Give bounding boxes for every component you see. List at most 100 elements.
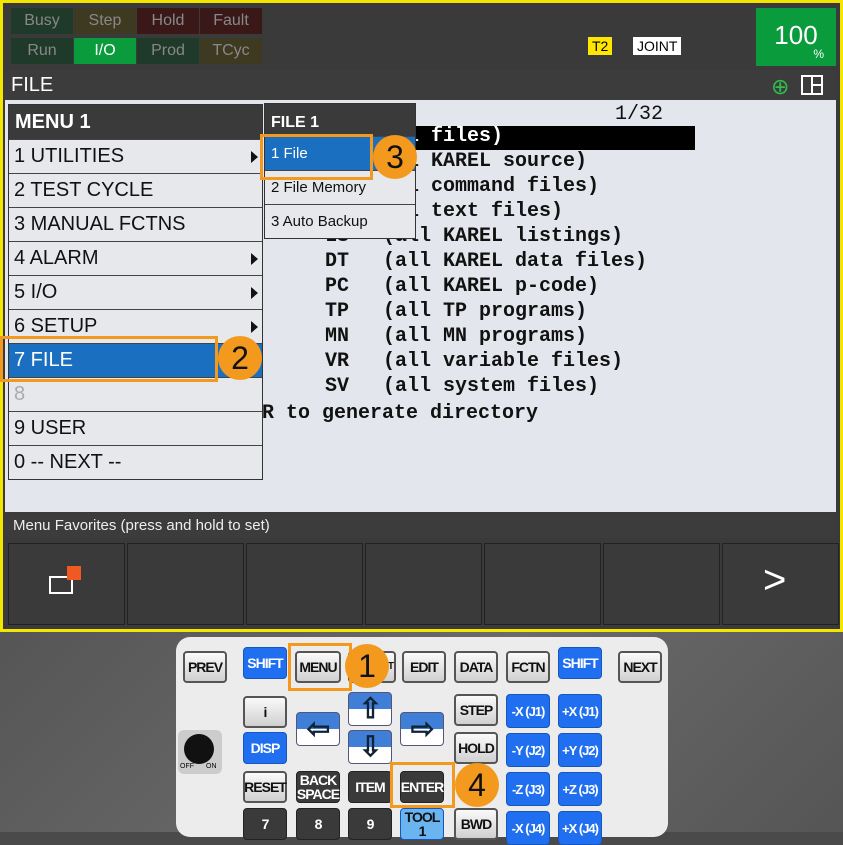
status-hold: Hold — [137, 8, 199, 34]
menu-item[interactable]: 5 I/O — [9, 275, 262, 309]
jog-key[interactable]: +X (J4) — [558, 811, 602, 845]
function-key-5[interactable] — [484, 543, 601, 625]
switch-on-label: ON — [206, 763, 217, 770]
function-key-2[interactable] — [127, 543, 244, 625]
file-type-desc[interactable]: (all TP programs) — [383, 300, 587, 323]
menu-item[interactable]: 9 USER — [9, 411, 262, 445]
file-type-desc[interactable]: (all KAREL p-code) — [383, 275, 599, 298]
file-type-desc[interactable]: l text files) — [407, 200, 563, 223]
coord-badge[interactable]: JOINT — [633, 37, 682, 55]
file-type-desc[interactable]: l command files) — [407, 175, 599, 198]
hold-key[interactable]: HOLD — [454, 732, 498, 764]
file-type-code[interactable]: TP — [325, 300, 349, 323]
prev-key[interactable]: PREV — [183, 651, 227, 683]
step-key[interactable]: STEP — [454, 694, 498, 726]
menu-item-label: 5 I/O — [14, 281, 58, 303]
enable-switch[interactable]: OFF ON — [178, 730, 222, 774]
digit-7-key[interactable]: 7 — [243, 808, 287, 840]
arrow-right-icon[interactable]: ⇨ — [400, 712, 444, 746]
disp-key[interactable]: DISP — [243, 732, 287, 764]
callout-4: 4 — [455, 763, 499, 807]
item-key[interactable]: ITEM — [348, 771, 392, 803]
menu-item[interactable]: 8 — [9, 377, 262, 411]
jog-key[interactable]: +Z (J3) — [558, 772, 602, 806]
callout-3: 3 — [373, 135, 417, 179]
jog-key[interactable]: +Y (J2) — [558, 733, 602, 767]
next-key[interactable]: NEXT — [618, 651, 662, 683]
menu-item-label: 3 MANUAL FCTNS — [14, 213, 186, 235]
digit-8-key[interactable]: 8 — [296, 808, 340, 840]
jog-key[interactable]: -X (J4) — [506, 811, 550, 845]
status-fault: Fault — [200, 8, 262, 34]
page-indicator: 1/32 — [615, 103, 664, 126]
jog-key[interactable]: -X (J1) — [506, 694, 550, 728]
digit-9-key[interactable]: 9 — [348, 808, 392, 840]
status-step: Step — [74, 8, 136, 34]
menu-item-label: 9 USER — [14, 417, 87, 439]
file-type-desc[interactable]: (all KAREL listings) — [383, 225, 623, 248]
fctn-key[interactable]: FCTN — [506, 651, 550, 683]
menu-item[interactable]: 1 UTILITIES — [9, 139, 262, 173]
arrow-up-icon[interactable]: ⇧ — [348, 692, 392, 726]
menu-item[interactable]: 4 ALARM — [9, 241, 262, 275]
status-busy: Busy — [11, 8, 73, 34]
submenu-title: FILE 1 — [265, 104, 415, 136]
shift-key[interactable]: SHIFT — [243, 647, 287, 679]
screen-title-bar: FILE ⊕ — [5, 70, 836, 100]
file-type-desc[interactable]: (all system files) — [383, 375, 599, 398]
edit-key[interactable]: EDIT — [402, 651, 446, 683]
jog-key[interactable]: -Z (J3) — [506, 772, 550, 806]
menu-item-label: 6 SETUP — [14, 315, 98, 337]
submenu-item[interactable]: 3 Auto Backup — [265, 204, 415, 238]
function-key-3[interactable] — [246, 543, 363, 625]
split-screen-icon[interactable] — [801, 75, 823, 95]
menu-item[interactable]: 3 MANUAL FCTNS — [9, 207, 262, 241]
chevron-right-icon: > — [763, 558, 787, 602]
switch-off-label: OFF — [180, 763, 194, 770]
function-key-4[interactable] — [365, 543, 482, 625]
zoom-in-icon[interactable]: ⊕ — [771, 72, 789, 102]
menu-item-label: 1 UTILITIES — [14, 145, 125, 167]
file-type-code[interactable]: VR — [325, 350, 349, 373]
menu-title: MENU 1 — [9, 105, 262, 139]
file-type-desc[interactable]: (all variable files) — [383, 350, 623, 373]
mode-badge: T2 — [588, 37, 613, 55]
menu-item-label: 4 ALARM — [14, 247, 99, 269]
reset-key[interactable]: RESET — [243, 771, 287, 803]
arrow-left-icon[interactable]: ⇦ — [296, 712, 340, 746]
callout-1: 1 — [345, 644, 389, 688]
status-tcyc: TCyc — [200, 38, 262, 64]
chevron-right-icon — [251, 151, 258, 163]
jog-key[interactable]: -Y (J2) — [506, 733, 550, 767]
menu-item[interactable]: 2 TEST CYCLE — [9, 173, 262, 207]
function-key-1[interactable] — [8, 543, 125, 625]
function-key-6[interactable] — [603, 543, 720, 625]
status-prod: Prod — [137, 38, 199, 64]
tool-key[interactable]: TOOL 1 — [400, 808, 444, 840]
info-key[interactable]: i — [243, 696, 287, 728]
screen-title: FILE — [11, 74, 54, 96]
highlight-enter-key — [390, 762, 455, 808]
file-type-code[interactable]: DT — [325, 250, 349, 273]
file-type-desc[interactable]: (all KAREL data files) — [383, 250, 647, 273]
file-type-desc[interactable]: (all MN programs) — [383, 325, 587, 348]
key-switch-icon — [184, 734, 214, 764]
arrow-down-icon[interactable]: ⇩ — [348, 730, 392, 764]
jog-key[interactable]: +X (J1) — [558, 694, 602, 728]
bwd-key[interactable]: BWD — [454, 808, 498, 840]
data-key[interactable]: DATA — [454, 651, 498, 683]
function-key-7[interactable]: > — [722, 543, 839, 625]
menu-item-label: 0 -- NEXT -- — [14, 451, 122, 473]
highlight-menu-key — [288, 643, 352, 691]
file-type-code[interactable]: SV — [325, 375, 349, 398]
shift-key[interactable]: SHIFT — [558, 647, 602, 679]
file-type-code[interactable]: MN — [325, 325, 349, 348]
file-type-code[interactable]: PC — [325, 275, 349, 298]
file-type-desc[interactable]: l KAREL source) — [407, 150, 587, 173]
hint-line: R to generate directory — [262, 402, 539, 425]
file-type-desc[interactable]: l files) — [407, 125, 503, 148]
status-io: I/O — [74, 38, 136, 64]
backspace-key[interactable]: BACK SPACE — [296, 771, 340, 803]
menu-item[interactable]: 0 -- NEXT -- — [9, 445, 262, 479]
override-button[interactable]: 100 % — [756, 8, 836, 66]
